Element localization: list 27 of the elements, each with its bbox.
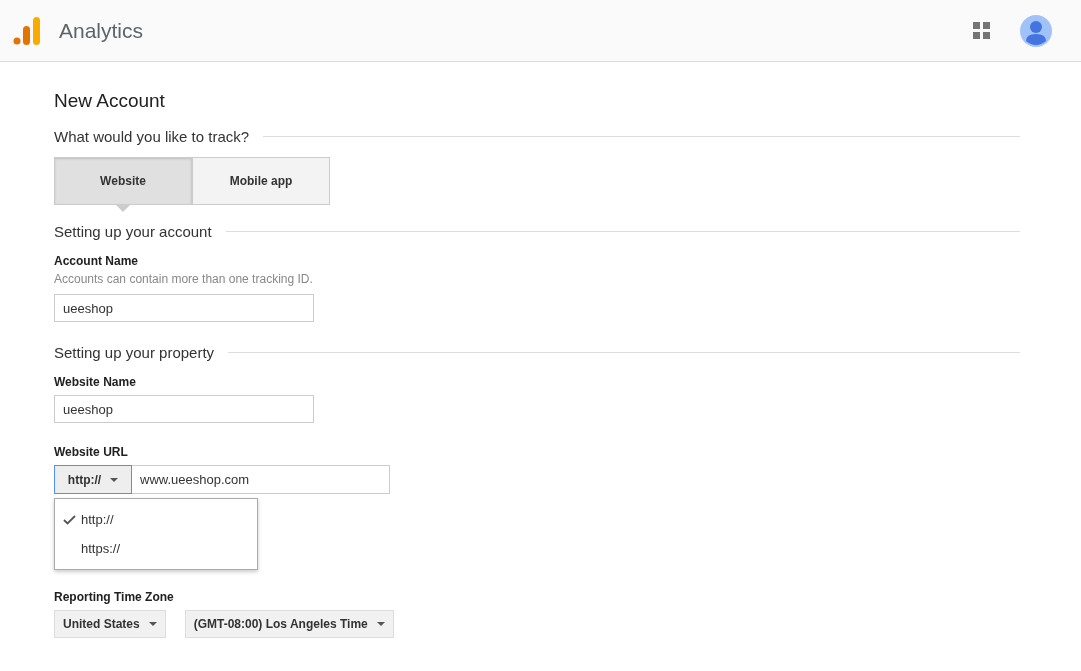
website-name-field[interactable]: ueeshop: [54, 395, 314, 423]
section-heading: Setting up your account: [54, 223, 212, 240]
app-title: Analytics: [59, 18, 144, 43]
field-label: Website Name: [54, 375, 137, 389]
page-title: New Account: [54, 90, 166, 112]
website-url-field[interactable]: www.ueeshop.com: [132, 465, 390, 494]
field-hint: Accounts can contain more than one tracking ID.: [54, 272, 314, 286]
account-name-field[interactable]: ueeshop: [54, 294, 314, 322]
country-dropdown[interactable]: United States: [54, 610, 166, 638]
protocol-menu-item[interactable]: https://: [55, 534, 257, 563]
track-option-tab[interactable]: Website: [54, 157, 192, 205]
selection-pointer: [116, 205, 130, 212]
protocol-menu-item[interactable]: http://: [55, 505, 257, 534]
field-label: Website URL: [54, 445, 129, 459]
field-label: Account Name: [54, 254, 140, 268]
protocol-dropdown[interactable]: http://: [54, 465, 132, 494]
caret-icon: [376, 622, 385, 626]
bar-chart-logo-icon: [13, 15, 41, 46]
caret-icon: [148, 622, 157, 626]
field-label: Reporting Time Zone: [54, 590, 175, 604]
section-heading: Setting up your property: [54, 344, 215, 361]
track-option-tab[interactable]: Mobile app: [192, 157, 330, 205]
section-heading: What would you like to track?: [54, 128, 250, 145]
apps-grid-icon[interactable]: [973, 22, 990, 39]
avatar-icon[interactable]: [1020, 14, 1052, 47]
caret-icon: [110, 477, 119, 482]
time-zone-dropdown[interactable]: (GMT-08:00) Los Angeles Time: [184, 610, 394, 638]
